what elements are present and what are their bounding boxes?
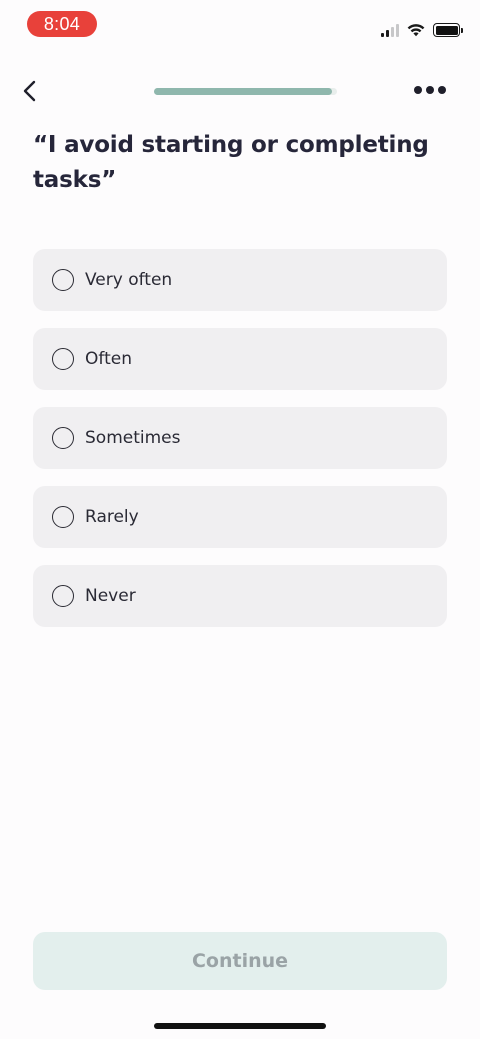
chevron-left-icon <box>23 80 36 102</box>
option-label: Often <box>85 349 132 369</box>
question-title: “I avoid starting or completing tasks” <box>33 132 429 193</box>
battery-icon <box>433 23 463 37</box>
option-rarely[interactable]: Rarely <box>33 486 447 548</box>
ellipsis-icon-dot <box>414 86 422 94</box>
option-very-often[interactable]: Very often <box>33 249 447 311</box>
option-label: Rarely <box>85 507 139 527</box>
option-never[interactable]: Never <box>33 565 447 627</box>
more-options-button[interactable] <box>414 86 446 94</box>
radio-button-icon[interactable] <box>52 269 74 291</box>
radio-button-icon[interactable] <box>52 585 74 607</box>
screen: 8:04 “I avoid starting or completing tas… <box>0 0 480 1039</box>
cellular-signal-icon <box>381 24 399 37</box>
radio-button-icon[interactable] <box>52 348 74 370</box>
status-icons <box>381 19 463 37</box>
wifi-icon <box>407 24 425 37</box>
status-time[interactable]: 8:04 <box>27 11 97 37</box>
option-label: Very often <box>85 270 173 290</box>
back-button[interactable] <box>18 78 44 104</box>
radio-button-icon[interactable] <box>52 506 74 528</box>
continue-button[interactable]: Continue <box>33 932 447 990</box>
home-indicator[interactable] <box>154 1023 326 1029</box>
option-often[interactable]: Often <box>33 328 447 390</box>
option-label: Never <box>85 586 136 606</box>
status-bar: 8:04 <box>0 0 480 48</box>
answer-options: Very often Often Sometimes Rarely Never <box>33 249 447 644</box>
ellipsis-icon-dot <box>426 86 434 94</box>
ellipsis-icon-dot <box>438 86 446 94</box>
option-label: Sometimes <box>85 428 181 448</box>
progress-bar <box>154 88 337 95</box>
radio-button-icon[interactable] <box>52 427 74 449</box>
progress-bar-fill <box>154 88 332 95</box>
option-sometimes[interactable]: Sometimes <box>33 407 447 469</box>
